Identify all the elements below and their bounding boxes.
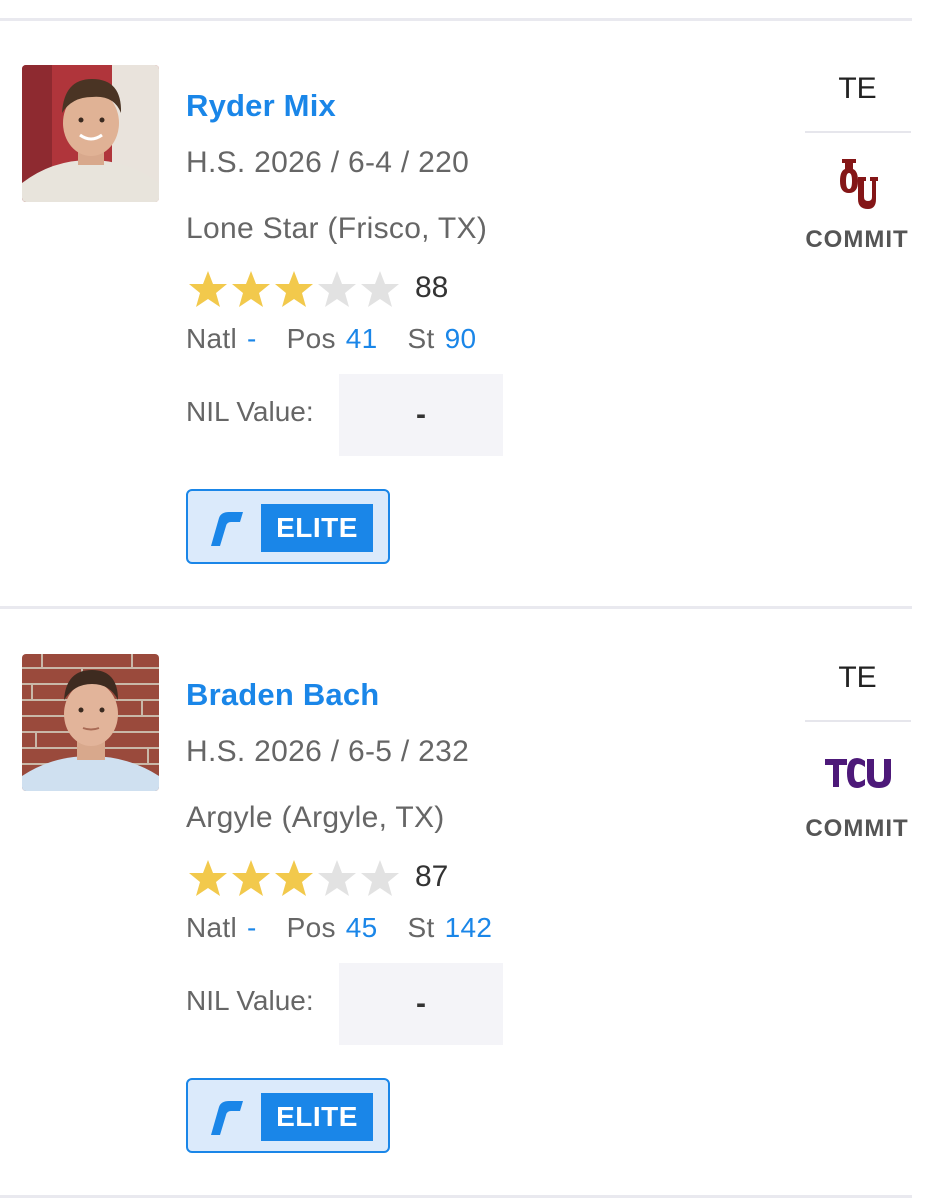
- star-filled-icon: [232, 271, 270, 307]
- player-rating: 88: [415, 271, 449, 304]
- star-filled-icon: [232, 860, 270, 896]
- star-filled-icon: [275, 271, 313, 307]
- star-empty-icon: [361, 271, 399, 307]
- player-avatar[interactable]: [22, 654, 159, 791]
- elite-badge-label: ELITE: [261, 1093, 373, 1141]
- nil-value: -: [416, 398, 426, 431]
- player-rankings: Natl - Pos 41 St 90: [186, 323, 506, 355]
- commit-school-logo[interactable]: [805, 741, 910, 805]
- player-class-height-weight: H.S. 2026 / 6-4 / 220: [186, 146, 470, 179]
- bottom-divider: [0, 1195, 912, 1198]
- elite-badge-label: ELITE: [261, 504, 373, 552]
- star-filled-icon: [189, 860, 227, 896]
- player-card: Braden Bach H.S. 2026 / 6-5 / 232 Argyle…: [0, 589, 943, 1177]
- elite-rating-badge[interactable]: ELITE: [186, 489, 390, 564]
- player-high-school: Argyle (Argyle, TX): [186, 801, 445, 834]
- player-rating: 87: [415, 860, 449, 893]
- position-divider: [805, 131, 911, 133]
- star-rating: [186, 267, 406, 311]
- elite-rating-badge[interactable]: ELITE: [186, 1078, 390, 1153]
- nil-value-label: NIL Value:: [186, 985, 314, 1016]
- star-empty-icon: [361, 860, 399, 896]
- commit-school-logo[interactable]: [805, 152, 910, 216]
- pos-rank-label: Pos: [286, 912, 336, 943]
- tcu-logo-icon: [824, 758, 891, 788]
- oklahoma-ou-logo-icon: [839, 159, 878, 209]
- natl-rank-value[interactable]: -: [247, 323, 257, 354]
- star-empty-icon: [318, 271, 356, 307]
- nil-value-box: -: [339, 963, 503, 1045]
- state-rank-label: St: [407, 912, 435, 943]
- star-empty-icon: [318, 860, 356, 896]
- player-name-link[interactable]: Braden Bach: [186, 677, 379, 713]
- star-rating: [186, 856, 406, 900]
- player-position: TE: [838, 72, 877, 105]
- player-class-height-weight: H.S. 2026 / 6-5 / 232: [186, 735, 470, 768]
- pos-rank-value[interactable]: 45: [346, 912, 378, 943]
- nil-value-label: NIL Value:: [186, 396, 314, 427]
- pos-rank-value[interactable]: 41: [346, 323, 378, 354]
- star-filled-icon: [275, 860, 313, 896]
- nil-value-box: -: [339, 374, 503, 456]
- commit-status: COMMIT: [805, 815, 909, 842]
- player-name-link[interactable]: Ryder Mix: [186, 88, 336, 124]
- natl-rank-label: Natl: [186, 912, 237, 943]
- rivals-r-icon: [211, 1101, 243, 1135]
- player-high-school: Lone Star (Frisco, TX): [186, 212, 488, 245]
- commit-status: COMMIT: [805, 226, 909, 253]
- position-divider: [805, 720, 911, 722]
- state-rank-value[interactable]: 142: [445, 912, 493, 943]
- natl-rank-value[interactable]: -: [247, 912, 257, 943]
- nil-value: -: [416, 987, 426, 1020]
- state-rank-value[interactable]: 90: [445, 323, 477, 354]
- natl-rank-label: Natl: [186, 323, 237, 354]
- state-rank-label: St: [407, 323, 435, 354]
- player-position: TE: [838, 661, 877, 694]
- player-avatar[interactable]: [22, 65, 159, 202]
- pos-rank-label: Pos: [286, 323, 336, 354]
- player-card: Ryder Mix H.S. 2026 / 6-4 / 220 Lone Sta…: [0, 0, 943, 588]
- player-rankings: Natl - Pos 45 St 142: [186, 912, 522, 944]
- star-filled-icon: [189, 271, 227, 307]
- rivals-r-icon: [211, 512, 243, 546]
